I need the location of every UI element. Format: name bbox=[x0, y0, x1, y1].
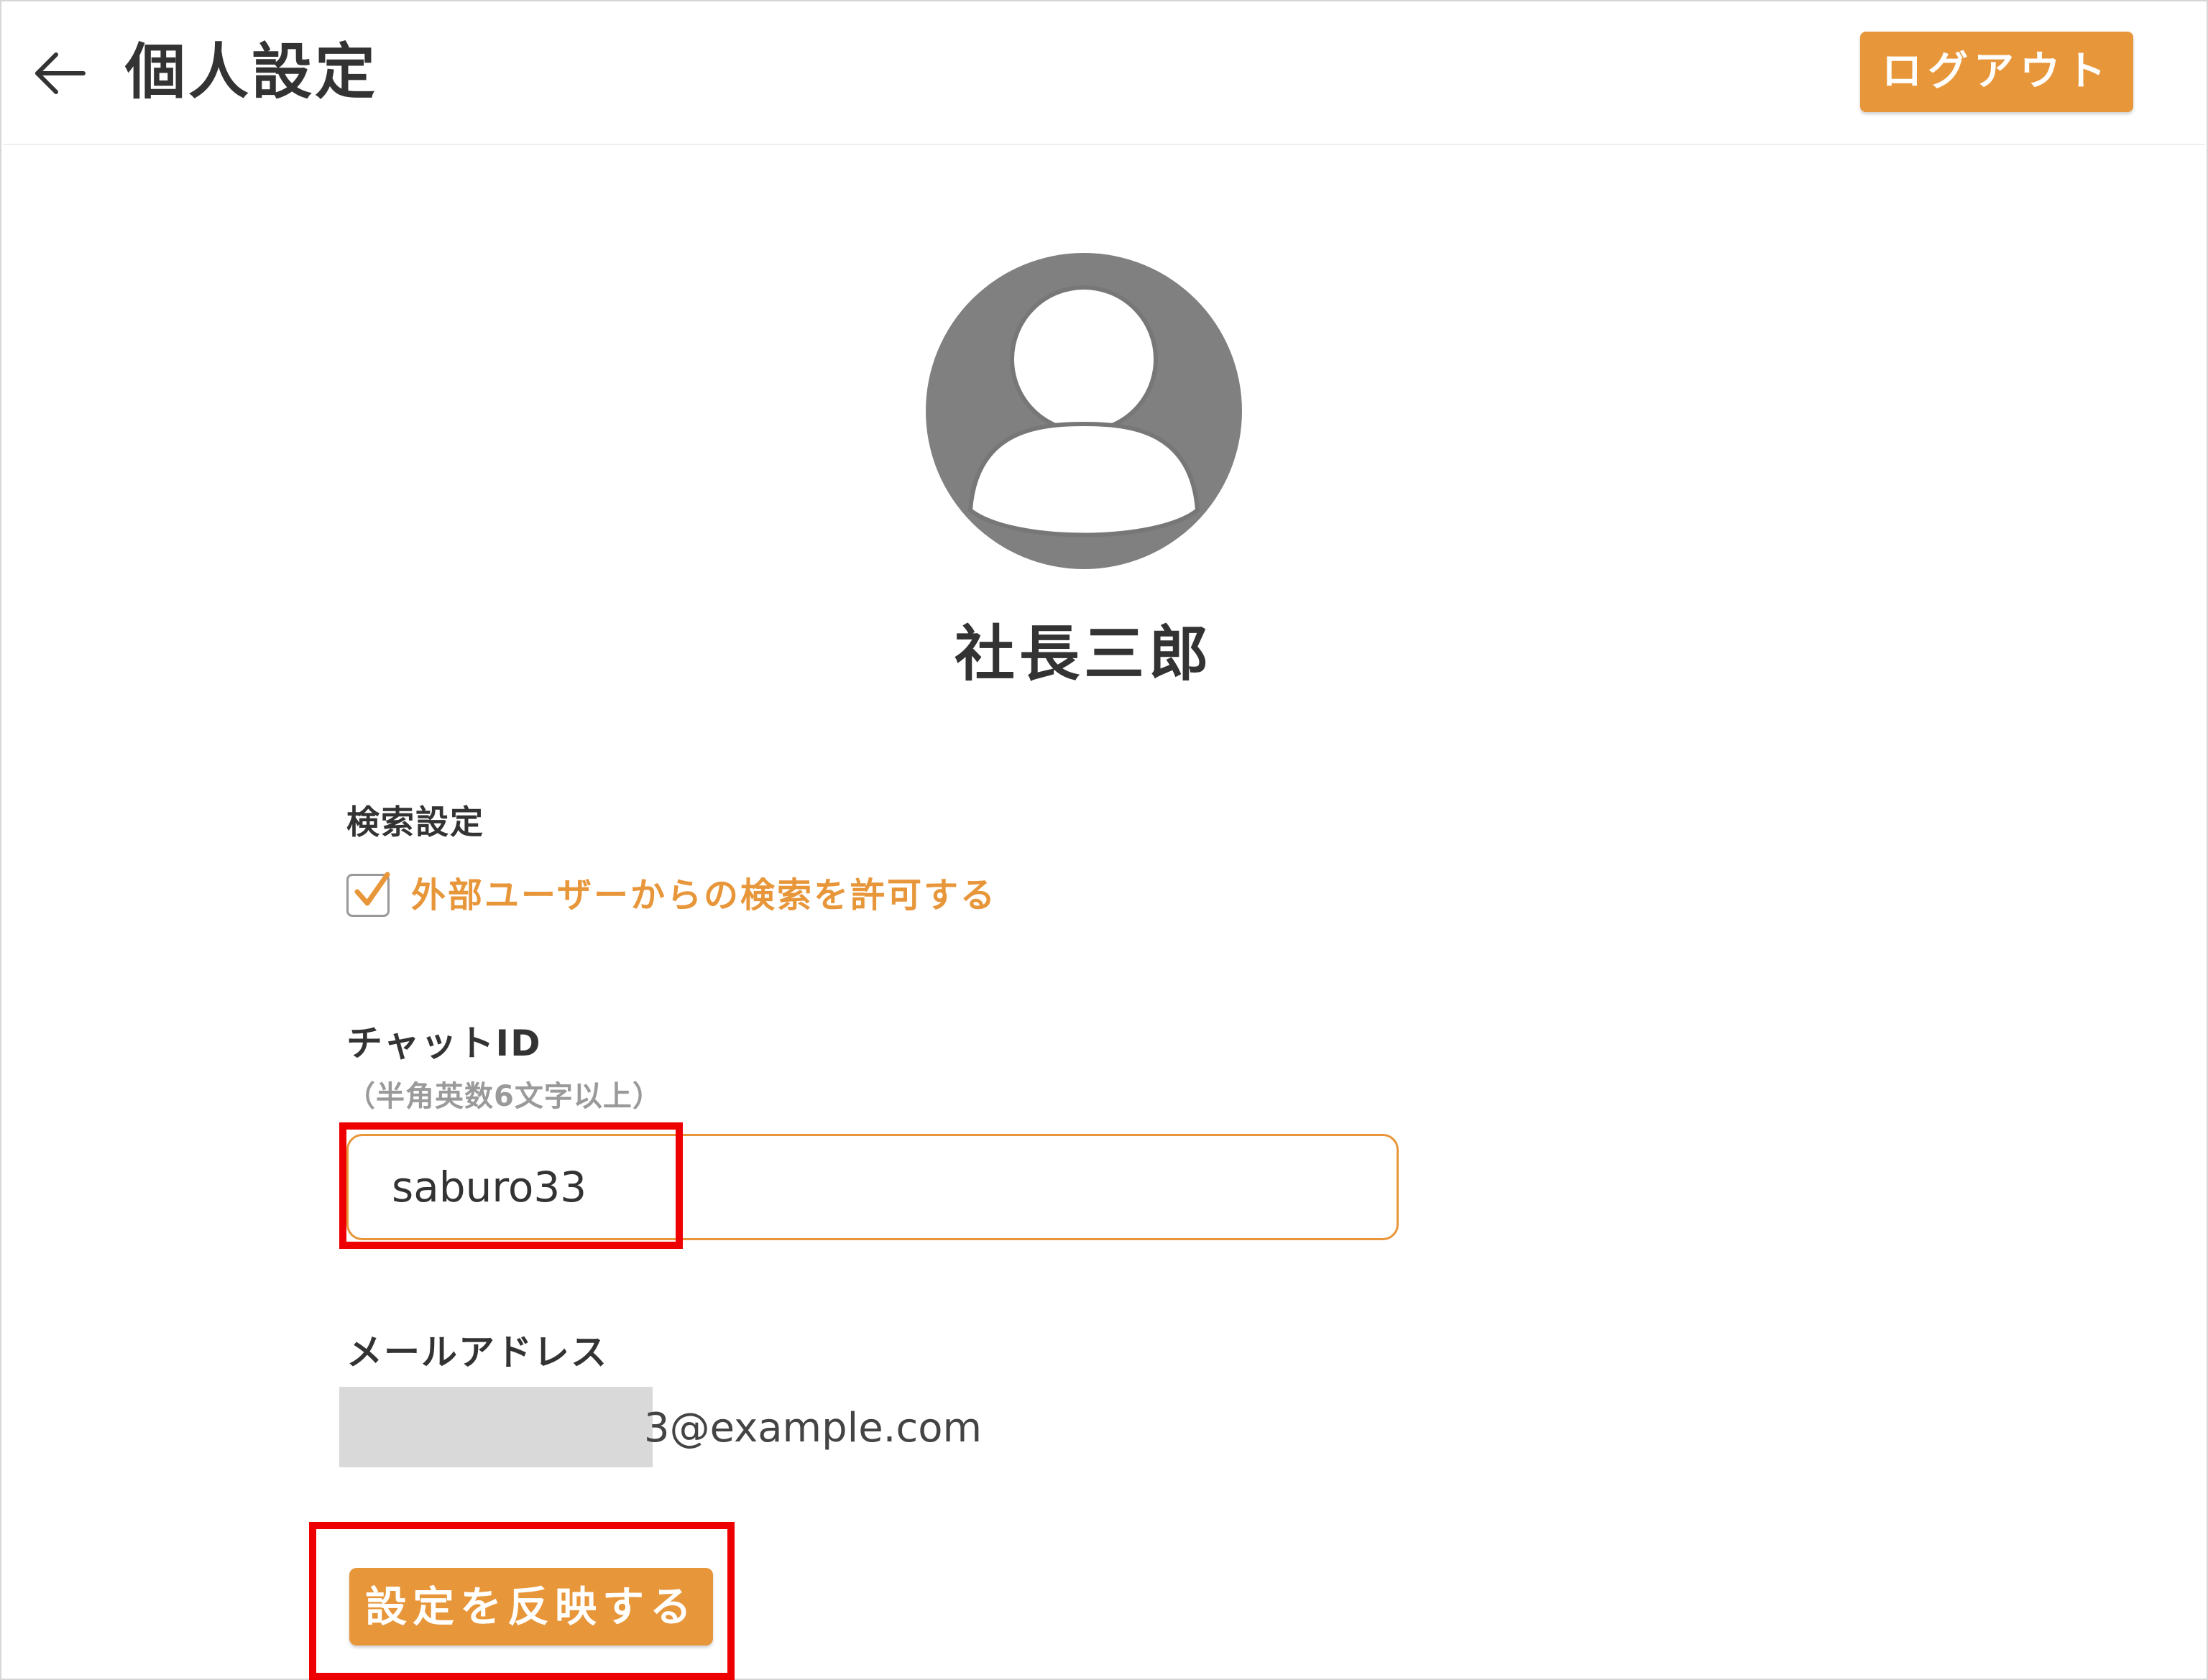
logout-button[interactable]: ログアウト bbox=[1860, 32, 2133, 112]
back-arrow-icon[interactable] bbox=[32, 45, 89, 102]
chat-id-hint: （半角英数6文字以上） bbox=[346, 1080, 662, 1113]
allow-external-search-label[interactable]: 外部ユーザーからの検索を許可する bbox=[411, 872, 997, 918]
email-redaction-mask bbox=[339, 1387, 653, 1467]
page-frame: 個人設定 ログアウト 社長三郎 検索設定 外部ユーザーからの検索を許可する チャ… bbox=[0, 0, 2208, 1680]
email-value: 3@example.com bbox=[644, 1405, 983, 1451]
avatar[interactable] bbox=[926, 253, 1242, 569]
annotation-highlight-apply-button bbox=[309, 1522, 735, 1680]
annotation-highlight-chat-id bbox=[339, 1122, 683, 1249]
allow-external-search-checkbox[interactable] bbox=[346, 872, 390, 917]
header-bar: 個人設定 ログアウト bbox=[3, 3, 2205, 145]
search-settings-label: 検索設定 bbox=[346, 803, 484, 841]
chat-id-label: チャットID bbox=[346, 1023, 542, 1064]
user-silhouette-icon bbox=[926, 253, 1242, 569]
check-icon bbox=[354, 872, 390, 906]
user-name: 社長三郎 bbox=[954, 619, 1213, 689]
page-title: 個人設定 bbox=[125, 37, 379, 107]
email-label: メールアドレス bbox=[346, 1331, 608, 1373]
